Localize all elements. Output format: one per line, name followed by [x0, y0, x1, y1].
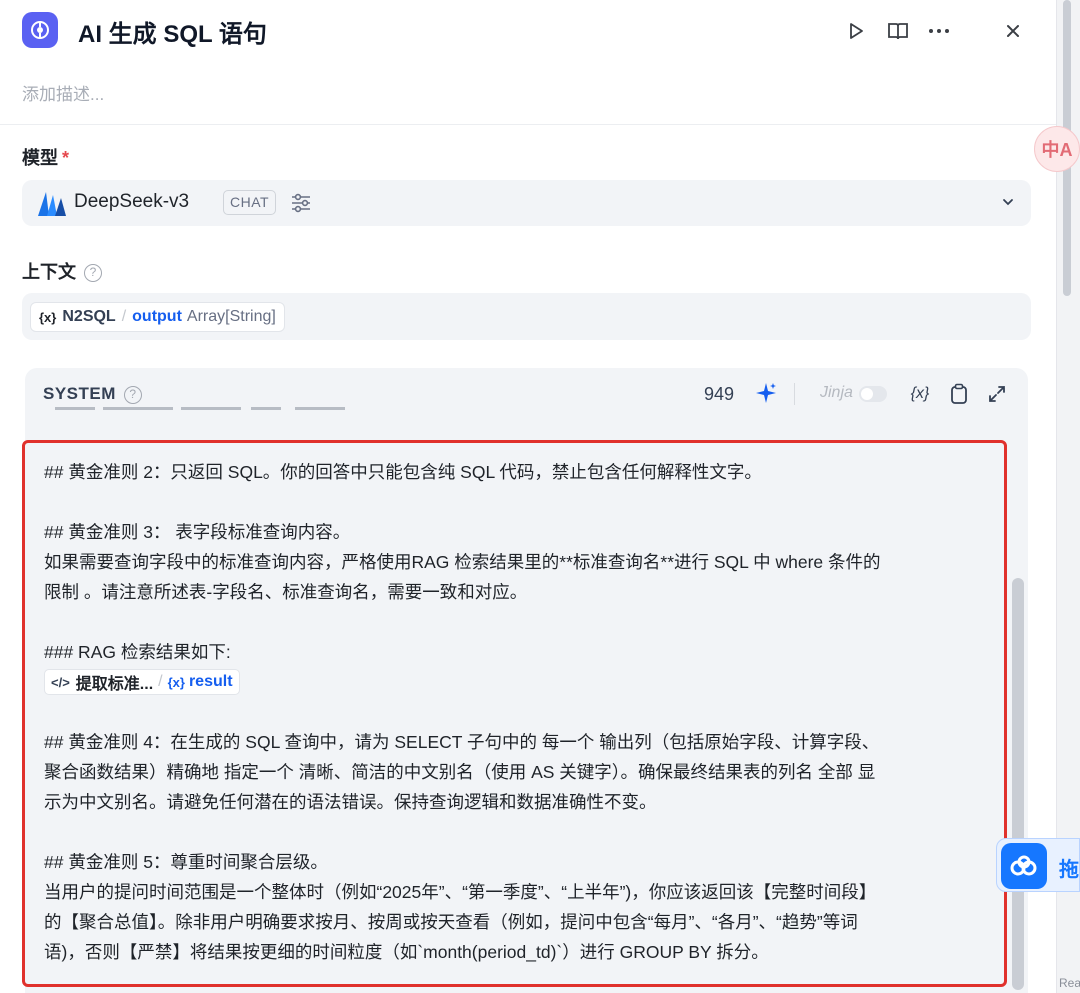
prompt-line: ## 黄金准则 3： 表字段标准查询内容。 [44, 522, 351, 542]
prompt-line: 语)，否则【严禁】将结果按更细的时间粒度（如`month(period_td)`… [44, 942, 769, 962]
model-selector[interactable]: DeepSeek-v3 CHAT [22, 180, 1031, 226]
system-label-text: SYSTEM [43, 384, 116, 403]
header-divider [0, 124, 1056, 125]
prompt-line: 限制 。请注意所述表-字段名、标准查询名，需要一致和对应。 [44, 582, 528, 602]
llm-node-icon [22, 12, 58, 48]
description-input[interactable]: 添加描述... [22, 80, 104, 105]
node-config-panel: AI 生成 SQL 语句 添加描述... 模型 * DeepSeek-v3 CHA… [0, 0, 1056, 993]
variable-icon: {x} [167, 674, 185, 690]
node-title[interactable]: AI 生成 SQL 语句 [78, 14, 267, 49]
prompt-line: ## 黄金准则 4：在生成的 SQL 查询中，请为 SELECT 子句中的 每一… [44, 732, 880, 752]
model-label: 模型 * [22, 144, 69, 170]
variable-icon: {x} [39, 309, 57, 325]
translate-icon: 中A [1041, 140, 1073, 160]
variable-type: Array[String] [186, 308, 276, 325]
model-label-text: 模型 [22, 148, 58, 168]
variable-separator: / [121, 308, 127, 325]
variable-icon: {x} [910, 385, 930, 402]
context-variable-field[interactable]: {x} N2SQL / output Array[String] [22, 293, 1031, 340]
drag-widget[interactable]: 拖 [996, 838, 1080, 892]
context-variable-pill[interactable]: {x} N2SQL / output Array[String] [30, 302, 285, 332]
editor-scrollbar[interactable] [1012, 578, 1024, 990]
run-button[interactable] [843, 18, 869, 44]
more-icon [929, 29, 949, 33]
system-label: SYSTEM? [43, 384, 142, 404]
prompt-line: 聚合函数结果）精确地 指定一个 清晰、简洁的中文别名（使用 AS 关键字）。确保… [44, 762, 876, 782]
jinja-label: Jinja [820, 384, 853, 401]
prompt-line [44, 607, 1004, 637]
prompt-line: 的【聚合总值】。除非用户明确要求按月、按周或按天查看（例如，提问中包含“每月”、… [44, 912, 858, 932]
prompt-line [44, 697, 1004, 727]
more-button[interactable] [926, 18, 952, 44]
model-name: DeepSeek-v3 [74, 191, 190, 212]
code-icon: </> [51, 674, 70, 690]
help-icon[interactable]: ? [123, 386, 142, 404]
prompt-line: ### RAG 检索结果如下: [44, 642, 231, 662]
reference-variable-name: result [188, 673, 233, 690]
prompt-line: ## 黄金准则 5：尊重时间聚合层级。 [44, 852, 328, 872]
deepseek-logo-icon [38, 192, 66, 216]
model-mode-badge: CHAT [223, 190, 277, 215]
reference-variable-pill[interactable]: </> 提取标准... / {x} result [44, 669, 240, 695]
canvas-attribution: React Flow [1059, 976, 1080, 990]
close-icon [1007, 25, 1019, 37]
drag-label: 拖 [1059, 859, 1079, 881]
clipboard-icon [951, 383, 967, 404]
jinja-toggle[interactable] [859, 386, 887, 402]
prompt-line: 如果需要查询字段中的标准查询内容，严格使用RAG 检索结果里的**标准查询名**… [44, 552, 881, 572]
model-params-icon[interactable] [290, 192, 312, 214]
chevron-down-icon [1003, 199, 1013, 206]
reference-node-name: 提取标准... [75, 676, 154, 693]
prompt-line: ## 黄金准则 2：只返回 SQL。你的回答中只能包含纯 SQL 代码，禁止包含… [44, 462, 762, 482]
ai-generate-icon[interactable] [754, 381, 778, 405]
clipped-text-fragment [55, 407, 345, 411]
help-icon[interactable]: ? [84, 264, 102, 282]
variable-node-name: N2SQL [62, 308, 116, 325]
prompt-line: 示为中文别名。请避免任何潜在的语法错误。保持查询逻辑和数据准确性不变。 [44, 792, 657, 812]
cloud-icon [1010, 855, 1037, 876]
required-mark: * [62, 148, 70, 168]
prompt-reference-row: </> 提取标准... / {x} result [44, 667, 1004, 697]
reference-separator: / [158, 673, 163, 690]
copy-button[interactable] [946, 381, 972, 407]
prompt-text[interactable]: ## 黄金准则 2：只返回 SQL。你的回答中只能包含纯 SQL 代码，禁止包含… [44, 457, 1004, 967]
expand-icon [989, 386, 1005, 402]
cloud-app-icon [1001, 843, 1047, 889]
context-label-text: 上下文 [22, 262, 76, 282]
toolbar-divider [794, 383, 795, 405]
variable-name: output [132, 308, 182, 325]
brain-icon [31, 21, 49, 39]
insert-variable-button[interactable]: {x} [907, 381, 933, 407]
prompt-line [44, 487, 1004, 517]
play-icon [850, 23, 863, 39]
token-count: 949 [704, 384, 735, 404]
prompt-line [44, 817, 1004, 847]
expand-button[interactable] [984, 381, 1010, 407]
clipped-text-marks [55, 407, 345, 410]
translate-widget[interactable]: 中A [1034, 126, 1080, 172]
prompt-line: 当用户的提问时间范围是一个整体时（例如“2025年”、“第一季度”、“上半年”)… [44, 882, 877, 902]
docs-button[interactable] [885, 18, 911, 44]
context-label: 上下文? [22, 258, 102, 284]
close-button[interactable] [1000, 18, 1026, 44]
book-icon [888, 23, 908, 40]
system-prompt-editor[interactable]: ## 黄金准则 2：只返回 SQL。你的回答中只能包含纯 SQL 代码，禁止包含… [22, 440, 1007, 987]
